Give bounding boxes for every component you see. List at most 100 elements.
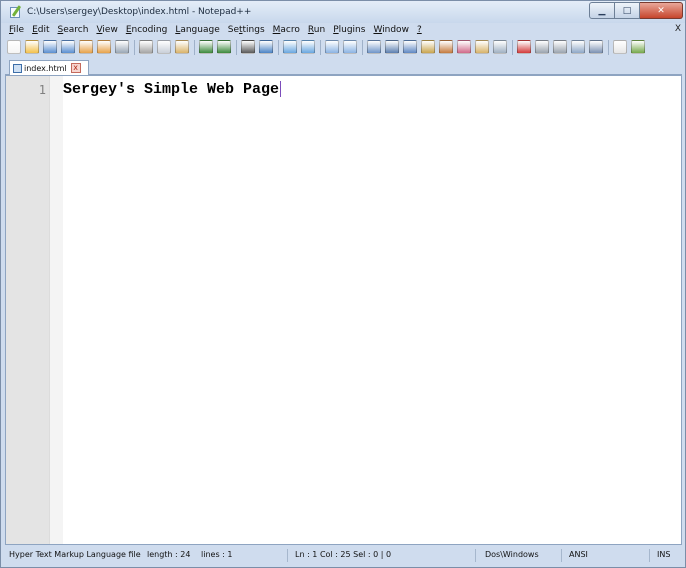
run-macro-multiple-icon[interactable] xyxy=(571,40,585,54)
plugin-icon[interactable] xyxy=(631,40,645,54)
stop-record-icon[interactable] xyxy=(535,40,549,54)
redo-icon[interactable] xyxy=(217,40,231,54)
menu-search[interactable]: Search xyxy=(58,25,89,35)
toolbar-separator xyxy=(362,39,363,55)
playback-icon[interactable] xyxy=(553,40,567,54)
menu-label-part: anguage xyxy=(180,25,220,35)
tab-close-button[interactable]: x xyxy=(70,63,81,73)
menu-settings[interactable]: Settings xyxy=(228,25,265,35)
menu-run[interactable]: Run xyxy=(308,25,325,35)
minimize-icon: ▁ xyxy=(598,5,606,16)
zoom-in-icon[interactable] xyxy=(283,40,297,54)
close-all-icon[interactable] xyxy=(97,40,111,54)
doc-map-icon[interactable] xyxy=(421,40,435,54)
new-file-icon[interactable] xyxy=(7,40,21,54)
toolbar-separator xyxy=(320,39,321,55)
copy-icon[interactable] xyxy=(157,40,171,54)
menu-encoding[interactable]: Encoding xyxy=(126,25,167,35)
tab-label: index.html xyxy=(24,63,67,73)
menu-label-part: dit xyxy=(37,25,50,35)
toolbar xyxy=(1,37,685,57)
menu-label-part: un xyxy=(313,25,326,35)
maximize-button[interactable]: □ xyxy=(615,2,640,19)
status-divider xyxy=(475,549,476,562)
cut-icon[interactable] xyxy=(139,40,153,54)
word-wrap-icon[interactable] xyxy=(367,40,381,54)
spell-check-icon[interactable] xyxy=(613,40,627,54)
window-controls: ▁ □ ✕ xyxy=(589,2,683,19)
code-line[interactable]: Sergey's Simple Web Page xyxy=(63,81,282,98)
user-defined-lang-icon[interactable] xyxy=(457,40,471,54)
text-caret xyxy=(280,81,282,98)
notepadpp-app-icon[interactable] xyxy=(9,5,23,19)
status-lines: lines : 1 xyxy=(201,550,233,559)
menu-help[interactable]: ? xyxy=(417,25,422,35)
menu-view[interactable]: View xyxy=(96,25,117,35)
print-icon[interactable] xyxy=(115,40,129,54)
record-macro-icon[interactable] xyxy=(517,40,531,54)
menu-plugins[interactable]: Plugins xyxy=(333,25,365,35)
editor-area[interactable]: 1 Sergey's Simple Web Page xyxy=(5,75,682,545)
menu-macro[interactable]: Macro xyxy=(273,25,300,35)
code-text: Sergey's Simple Web Page xyxy=(63,81,280,98)
menu-label-part: Se xyxy=(227,25,239,35)
close-icon[interactable] xyxy=(79,40,93,54)
line-number-gutter: 1 xyxy=(6,76,49,544)
tab-index-html[interactable]: index.html x xyxy=(9,60,89,75)
save-icon[interactable] xyxy=(43,40,57,54)
menu-bar: File Edit Search View Encoding Language Settin… xyxy=(1,23,685,37)
menu-label-part: iew xyxy=(102,25,118,35)
status-bar: Hyper Text Markup Language file length :… xyxy=(5,547,682,565)
menu-file[interactable]: File xyxy=(9,25,24,35)
sync-vertical-icon[interactable] xyxy=(325,40,339,54)
status-position: Ln : 1 Col : 25 Sel : 0 | 0 xyxy=(295,550,392,559)
status-language: Hyper Text Markup Language file xyxy=(9,550,141,559)
status-encoding: ANSI xyxy=(569,550,588,559)
save-all-icon[interactable] xyxy=(61,40,75,54)
menu-mnemonic: ? xyxy=(416,25,422,35)
menu-language[interactable]: Language xyxy=(175,25,219,35)
sync-horizontal-icon[interactable] xyxy=(343,40,357,54)
menu-edit[interactable]: Edit xyxy=(32,25,49,35)
paste-icon[interactable] xyxy=(175,40,189,54)
menu-label-part: indow xyxy=(382,25,409,35)
maximize-icon: □ xyxy=(622,5,632,16)
find-icon[interactable] xyxy=(241,40,255,54)
close-icon: ✕ xyxy=(657,5,665,16)
notepadpp-window: C:\Users\sergey\Desktop\index.html - Not… xyxy=(0,0,686,568)
toolbar-separator xyxy=(134,39,135,55)
menu-label-part: lugins xyxy=(338,25,366,35)
toolbar-separator xyxy=(278,39,279,55)
window-title: C:\Users\sergey\Desktop\index.html - Not… xyxy=(27,7,252,17)
minimize-button[interactable]: ▁ xyxy=(589,2,615,19)
menu-label-part: earch xyxy=(63,25,89,35)
menu-label-part: tings xyxy=(242,25,265,35)
menu-mnemonic: W xyxy=(373,25,383,35)
toolbar-separator xyxy=(194,39,195,55)
show-all-chars-icon[interactable] xyxy=(385,40,399,54)
replace-icon[interactable] xyxy=(259,40,273,54)
close-document-button[interactable]: X xyxy=(675,24,681,34)
menu-label-part: ile xyxy=(13,25,25,35)
status-divider xyxy=(287,549,288,562)
undo-icon[interactable] xyxy=(199,40,213,54)
toolbar-separator xyxy=(512,39,513,55)
status-length: length : 24 xyxy=(147,550,191,559)
status-insert-mode: INS xyxy=(657,550,671,559)
save-macro-icon[interactable] xyxy=(589,40,603,54)
menu-window[interactable]: Window xyxy=(373,25,409,35)
menu-label-part: ncoding xyxy=(131,25,168,35)
zoom-out-icon[interactable] xyxy=(301,40,315,54)
function-list-icon[interactable] xyxy=(439,40,453,54)
open-file-icon[interactable] xyxy=(25,40,39,54)
close-window-button[interactable]: ✕ xyxy=(640,2,683,19)
folder-workspace-icon[interactable] xyxy=(475,40,489,54)
title-bar[interactable]: C:\Users\sergey\Desktop\index.html - Not… xyxy=(1,1,685,23)
status-divider xyxy=(561,549,562,562)
monitoring-icon[interactable] xyxy=(493,40,507,54)
indent-guide-icon[interactable] xyxy=(403,40,417,54)
toolbar-separator xyxy=(608,39,609,55)
tab-bar: index.html x xyxy=(5,60,682,75)
fold-margin[interactable] xyxy=(49,76,63,544)
file-saved-icon xyxy=(13,63,22,73)
